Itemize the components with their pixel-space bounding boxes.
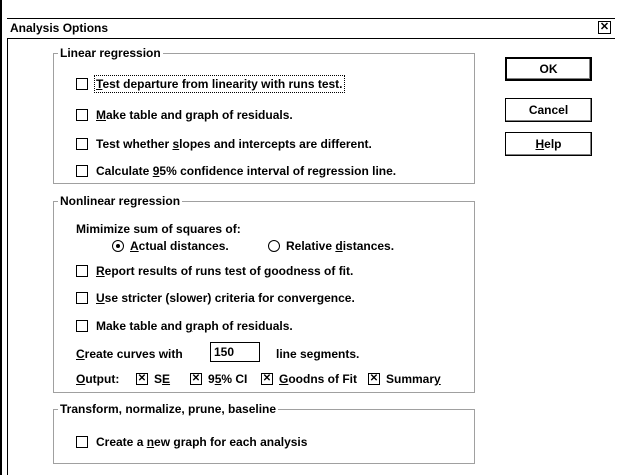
output-gof-option[interactable]: Goodns of Fit — [261, 372, 357, 388]
transform-group: Transform, normalize, prune, baseline Cr… — [53, 402, 475, 464]
new-graph-label: Create a new graph for each analysis — [96, 435, 308, 449]
relative-distances-radio[interactable] — [268, 239, 280, 252]
transform-title: Transform, normalize, prune, baseline — [58, 402, 279, 416]
stricter-criteria-option[interactable]: Use stricter (slower) criteria for conve… — [76, 291, 355, 307]
confidence-interval-label: Calculate 95% confidence interval of reg… — [96, 164, 397, 178]
output-summary-checkbox[interactable] — [368, 372, 380, 385]
help-button[interactable]: Help — [505, 132, 592, 156]
minimize-label: Mimimize sum of squares of: — [76, 222, 241, 236]
actual-distances-radio[interactable] — [112, 239, 124, 252]
stricter-criteria-label: Use stricter (slower) criteria for conve… — [96, 291, 355, 305]
output-gof-checkbox[interactable] — [261, 372, 273, 385]
close-icon[interactable]: ✕ — [598, 21, 611, 34]
line-segments-input[interactable] — [210, 342, 260, 362]
new-graph-checkbox[interactable] — [76, 435, 88, 448]
slopes-intercepts-checkbox[interactable] — [76, 137, 88, 150]
output-summary-option[interactable]: Summary — [368, 372, 441, 388]
output-label: Output: — [76, 372, 120, 386]
nonlinear-residuals-label: Make table and graph of residuals. — [96, 319, 293, 333]
linear-regression-group: Linear regression Test departure from li… — [53, 46, 475, 184]
actual-distances-option[interactable]: Actual distances. — [112, 239, 229, 255]
output-gof-label: Goodns of Fit — [279, 372, 357, 386]
output-ci-option[interactable]: 95% CI — [190, 372, 247, 388]
goodness-fit-runs-option[interactable]: Report results of runs test of goodness … — [76, 264, 353, 280]
goodness-fit-runs-checkbox[interactable] — [76, 264, 88, 277]
title-bar: Analysis Options ✕ — [7, 18, 615, 39]
linear-regression-title: Linear regression — [58, 46, 163, 60]
nonlinear-regression-group: Nonlinear regression Mimimize sum of squ… — [53, 194, 475, 393]
linear-residuals-option[interactable]: Make table and graph of residuals. — [76, 108, 293, 124]
linearity-runs-test-checkbox[interactable] — [76, 77, 88, 90]
dialog-title: Analysis Options — [10, 21, 109, 35]
output-se-option[interactable]: SE — [136, 372, 170, 388]
actual-distances-label: Actual distances. — [130, 239, 229, 253]
output-se-checkbox[interactable] — [136, 372, 148, 385]
linear-residuals-checkbox[interactable] — [76, 108, 88, 121]
analysis-options-dialog: Analysis Options ✕ Linear regression Tes… — [7, 0, 615, 475]
output-se-label: SE — [154, 372, 171, 386]
output-ci-checkbox[interactable] — [190, 372, 202, 385]
slopes-intercepts-label: Test whether slopes and intercepts are d… — [96, 137, 372, 151]
line-segments-suffix: line segments. — [276, 347, 360, 361]
output-summary-label: Summary — [386, 372, 441, 386]
output-ci-label: 95% CI — [208, 372, 248, 386]
ok-button[interactable]: OK — [505, 57, 592, 81]
nonlinear-residuals-checkbox[interactable] — [76, 319, 88, 332]
nonlinear-regression-title: Nonlinear regression — [58, 194, 183, 208]
cancel-button[interactable]: Cancel — [505, 98, 592, 122]
relative-distances-option[interactable]: Relative distances. — [268, 239, 394, 255]
goodness-fit-runs-label: Report results of runs test of goodness … — [96, 264, 354, 278]
nonlinear-residuals-option[interactable]: Make table and graph of residuals. — [76, 319, 293, 335]
curves-label: Create curves with — [76, 347, 183, 361]
slopes-intercepts-option[interactable]: Test whether slopes and intercepts are d… — [76, 137, 372, 153]
dialog-left-border — [7, 37, 8, 475]
new-graph-option[interactable]: Create a new graph for each analysis — [76, 435, 307, 451]
linearity-runs-test-option[interactable]: Test departure from linearity with runs … — [76, 75, 345, 93]
confidence-interval-checkbox[interactable] — [76, 164, 88, 177]
relative-distances-label: Relative distances. — [286, 239, 395, 253]
confidence-interval-option[interactable]: Calculate 95% confidence interval of reg… — [76, 164, 396, 180]
stricter-criteria-checkbox[interactable] — [76, 291, 88, 304]
linearity-runs-test-label: Test departure from linearity with runs … — [94, 75, 345, 93]
linear-residuals-label: Make table and graph of residuals. — [96, 108, 293, 122]
